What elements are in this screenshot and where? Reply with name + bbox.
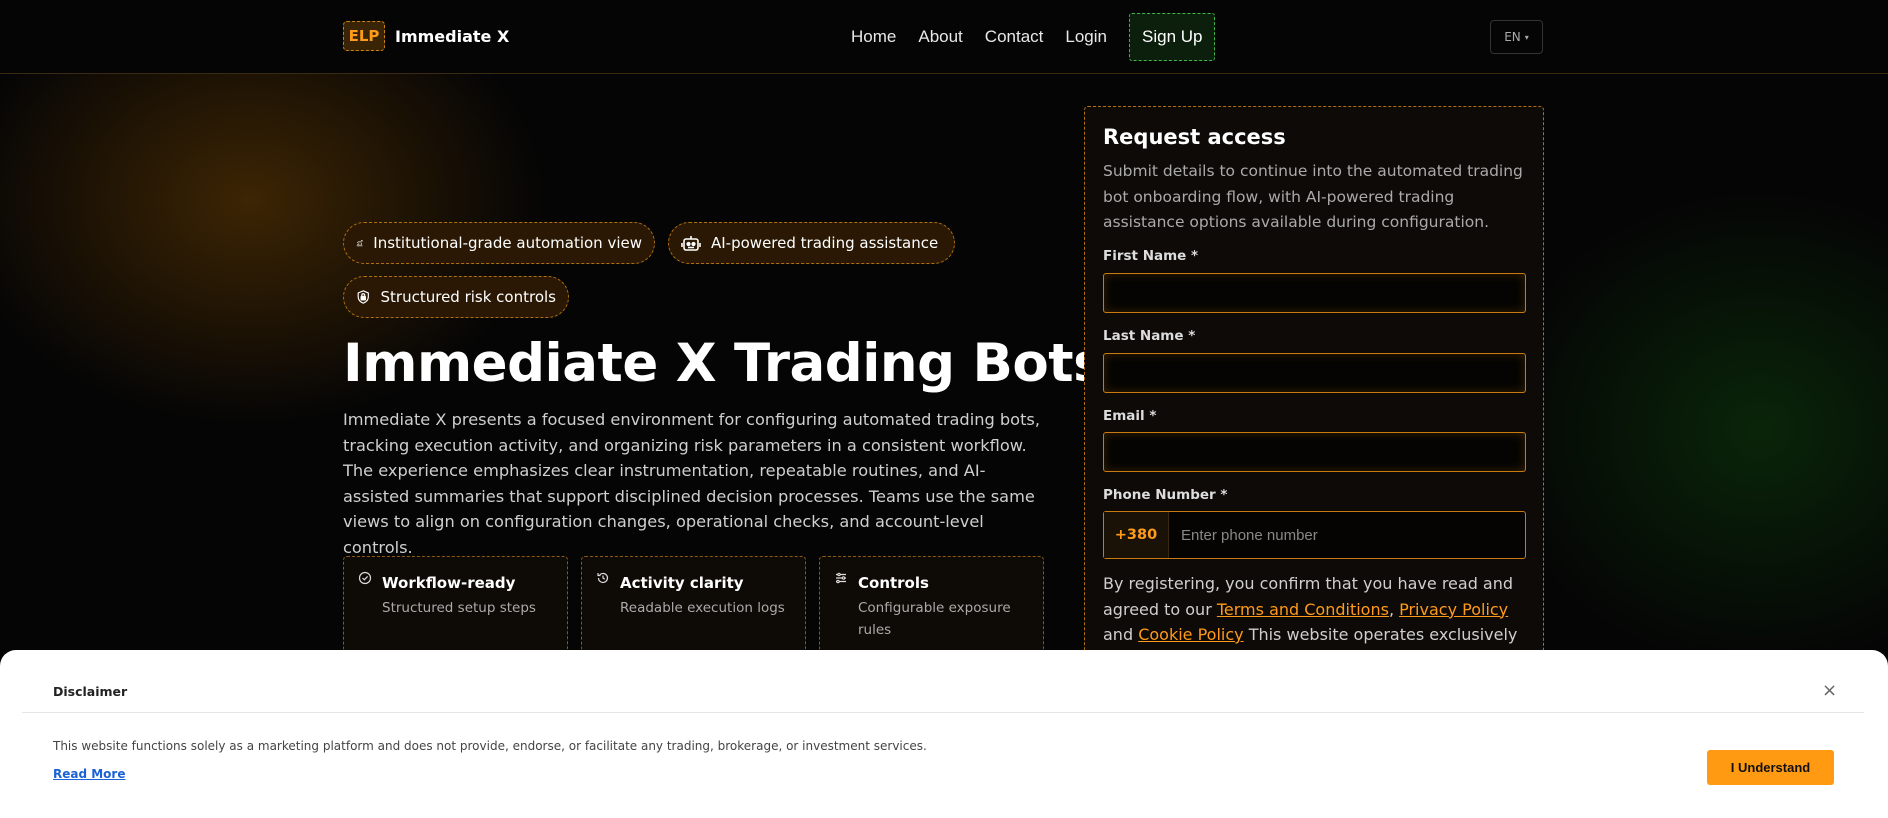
history-icon <box>597 572 609 584</box>
language-value: EN <box>1504 30 1521 44</box>
robot-icon <box>681 236 701 251</box>
hero-description: Immediate X presents a focused environme… <box>343 410 1040 557</box>
form-title: Request access <box>1103 125 1286 149</box>
badge-label: Institutional-grade automation view <box>373 234 642 252</box>
disclaimer-title: Disclaimer <box>53 684 128 699</box>
nav-link-contact[interactable]: Contact <box>985 27 1044 47</box>
cookie-link[interactable]: Cookie Policy <box>1138 625 1243 644</box>
feature-desc: Configurable exposure rules <box>858 600 1011 638</box>
language-select[interactable]: EN ▾ <box>1490 20 1543 54</box>
signup-form-card: Request access Submit details to continu… <box>1084 106 1544 706</box>
shield-lock-icon <box>357 290 369 304</box>
consent-text: By registering, you confirm that you hav… <box>1103 574 1518 644</box>
first-name-input[interactable] <box>1103 273 1526 313</box>
top-navigation: ELP Immediate X Home About Contact Login… <box>0 0 1888 74</box>
feature-card-controls: Controls Configurable exposure rules <box>819 556 1044 652</box>
nav-link-about[interactable]: About <box>918 27 962 47</box>
badge-automation: Institutional-grade automation view <box>343 222 655 264</box>
brand-name: Immediate X <box>395 26 510 46</box>
divider <box>22 712 1864 713</box>
terms-link[interactable]: Terms and Conditions <box>1217 600 1389 619</box>
email-label: Email * <box>1103 408 1157 424</box>
phone-label: Phone Number * <box>1103 487 1228 503</box>
nav-link-login[interactable]: Login <box>1065 27 1107 47</box>
logo-mark: ELP <box>343 21 385 51</box>
phone-input[interactable] <box>1169 512 1525 558</box>
feature-title: Workflow-ready <box>382 574 516 592</box>
phone-field: +380 <box>1103 511 1526 559</box>
chart-up-icon <box>356 240 363 247</box>
disclaimer-text: This website functions solely as a marke… <box>53 739 927 753</box>
chevron-down-icon: ▾ <box>1524 32 1529 42</box>
hero-title: Immediate X Trading Bots <box>343 333 1105 394</box>
close-icon[interactable]: × <box>1822 680 1837 701</box>
check-circle-icon <box>358 571 372 585</box>
brand-logo[interactable]: ELP Immediate X <box>343 21 509 51</box>
sliders-icon <box>836 572 846 584</box>
signup-button[interactable]: Sign Up <box>1129 13 1216 61</box>
read-more-link[interactable]: Read More <box>53 767 126 781</box>
feature-card-activity: Activity clarity Readable execution logs <box>581 556 806 652</box>
privacy-link[interactable]: Privacy Policy <box>1399 600 1508 619</box>
badge-label: Structured risk controls <box>380 288 556 306</box>
phone-country-code[interactable]: +380 <box>1104 512 1169 558</box>
feature-card-workflow: Workflow-ready Structured setup steps <box>343 556 568 652</box>
disclaimer-banner: Disclaimer × This website functions sole… <box>0 650 1888 818</box>
feature-desc: Structured setup steps <box>382 600 536 616</box>
first-name-label: First Name * <box>1103 248 1199 264</box>
nav-menu: Home About Contact Login Sign Up <box>851 13 1216 61</box>
understand-button[interactable]: I Understand <box>1707 750 1834 785</box>
badge-risk: Structured risk controls <box>343 276 569 318</box>
feature-title: Controls <box>858 574 929 592</box>
last-name-input[interactable] <box>1103 353 1526 393</box>
nav-link-home[interactable]: Home <box>851 27 896 47</box>
badge-label: AI-powered trading assistance <box>711 234 939 252</box>
feature-desc: Readable execution logs <box>620 600 785 616</box>
form-subtitle: Submit details to continue into the auto… <box>1103 162 1523 231</box>
email-input[interactable] <box>1103 432 1526 472</box>
feature-title: Activity clarity <box>620 574 744 592</box>
badge-ai: AI-powered trading assistance <box>668 222 955 264</box>
last-name-label: Last Name * <box>1103 328 1196 344</box>
